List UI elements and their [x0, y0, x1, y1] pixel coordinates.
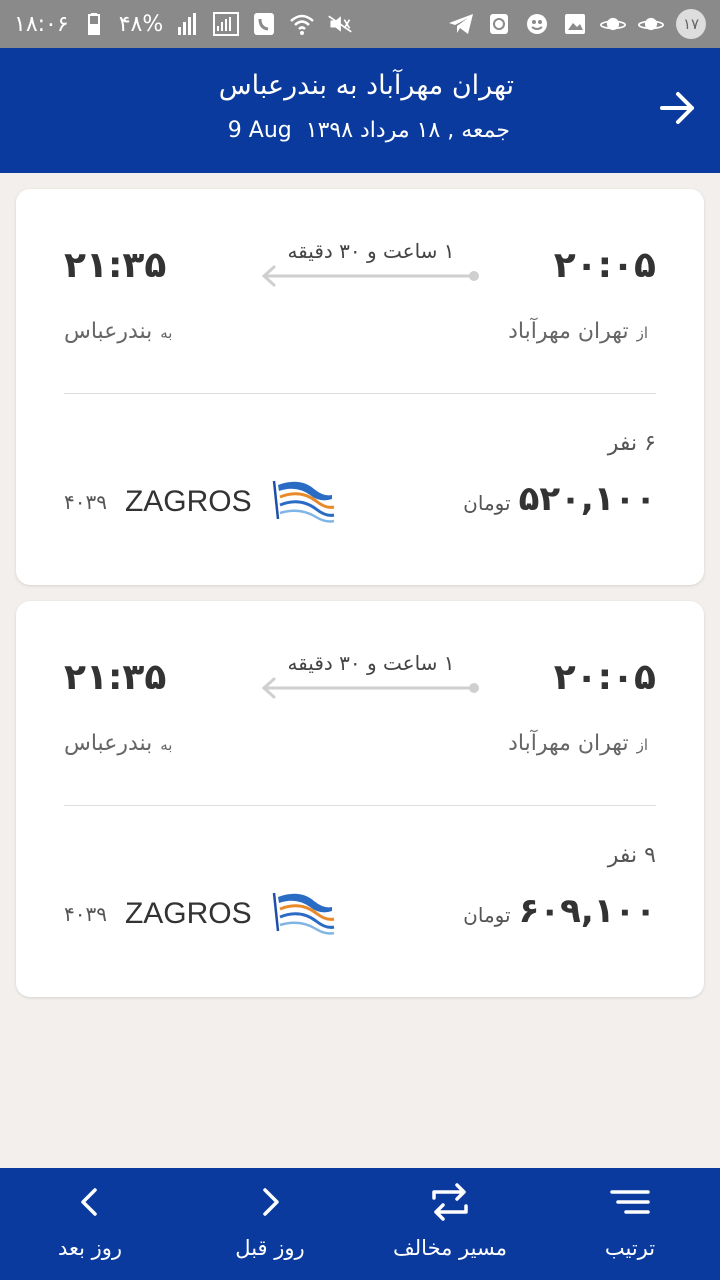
reverse-route-label: مسیر مخالف — [393, 1236, 507, 1260]
route-arrow-icon — [261, 265, 479, 287]
origin: از تهران مهرآباد — [508, 319, 648, 344]
call-icon — [251, 12, 277, 36]
origin-city: تهران مهرآباد — [508, 319, 629, 344]
price: ۵۲۰,۱۰۰ تومان — [463, 479, 656, 519]
destination: به بندرعباس — [64, 319, 172, 344]
telegram-icon — [448, 12, 474, 36]
clock: ۱۸:۰۶ — [14, 11, 69, 37]
gallery-icon — [562, 12, 588, 36]
price-value: ۶۰۹,۱۰۰ — [518, 891, 656, 931]
card-divider — [64, 805, 656, 806]
destination-prefix: به — [160, 736, 173, 754]
planet-icon — [600, 12, 626, 36]
sort-label: ترتیب — [604, 1236, 656, 1260]
departure-time: ۲۰:۰۵ — [553, 657, 656, 698]
price-currency: تومان — [463, 903, 511, 927]
origin-prefix: از — [636, 324, 648, 342]
airline-info: ۴۰۳۹ ZAGROS — [64, 479, 336, 525]
reverse-route-button[interactable]: مسیر مخالف — [365, 1168, 535, 1280]
origin-city: تهران مهرآباد — [508, 731, 629, 756]
chevron-left-icon — [81, 1188, 97, 1216]
bottom-nav: ترتیب مسیر مخالف روز قبل روز بعد — [0, 1168, 720, 1280]
destination-city: بندرعباس — [64, 319, 153, 344]
signal-icon — [175, 12, 201, 36]
app-header: تهران مهرآباد به بندرعباس 9 Aug جمعه , ۱… — [0, 48, 720, 173]
wifi-icon — [289, 12, 315, 36]
route-date: 9 Aug جمعه , ۱۸ مرداد ۱۳۹۸ — [228, 118, 510, 143]
app-icon — [524, 12, 550, 36]
previous-day-label: روز قبل — [235, 1236, 305, 1260]
previous-day-button[interactable]: روز قبل — [185, 1168, 355, 1280]
flight-number: ۴۰۳۹ — [64, 902, 107, 926]
swap-icon — [432, 1183, 468, 1221]
price-currency: تومان — [463, 491, 511, 515]
sort-icon — [610, 1190, 650, 1214]
origin-prefix: از — [636, 736, 648, 754]
notification-count-badge: ۱۷ — [676, 9, 706, 39]
date-en: 9 Aug — [227, 118, 292, 143]
battery-icon — [81, 12, 107, 36]
planet-icon-2 — [638, 12, 664, 36]
arrival-time: ۲۱:۳۵ — [64, 245, 167, 286]
flight-duration: ۱ ساعت و ۳۰ دقیقه — [287, 239, 455, 263]
route-arrow-icon — [261, 677, 479, 699]
price: ۶۰۹,۱۰۰ تومان — [463, 891, 656, 931]
flight-number: ۴۰۳۹ — [64, 490, 107, 514]
destination: به بندرعباس — [64, 731, 172, 756]
destination-city: بندرعباس — [64, 731, 153, 756]
route-title: تهران مهرآباد به بندرعباس — [218, 70, 514, 101]
date-fa: جمعه , ۱۸ مرداد ۱۳۹۸ — [305, 118, 510, 143]
back-arrow-button[interactable] — [658, 88, 698, 128]
status-bar-right: ۱۷ — [448, 9, 706, 39]
data-signal-icon — [213, 12, 240, 36]
zagros-logo-icon — [272, 892, 335, 935]
seats-available: ۶ نفر — [607, 431, 656, 456]
card-divider — [64, 393, 656, 394]
flight-duration: ۱ ساعت و ۳۰ دقیقه — [287, 651, 455, 675]
battery-percent: ۴۸% — [118, 11, 164, 37]
arrow-right-icon — [660, 92, 694, 124]
airline-name: ZAGROS — [124, 485, 252, 518]
arrival-time: ۲۱:۳۵ — [64, 657, 167, 698]
chevron-right-icon — [263, 1188, 279, 1216]
airline-info: ۴۰۳۹ ZAGROS — [64, 891, 336, 937]
recycle-app-icon — [486, 12, 512, 36]
price-value: ۵۲۰,۱۰۰ — [518, 479, 656, 519]
flight-card[interactable]: ۲۰:۰۵ ۱ ساعت و ۳۰ دقیقه ۲۱:۳۵ از تهران م… — [16, 189, 704, 585]
status-bar-left: ۱۸:۰۶ ۴۸% — [14, 12, 353, 37]
mute-icon — [327, 12, 353, 36]
status-bar: ۱۸:۰۶ ۴۸% ۱۷ — [0, 0, 720, 48]
sort-button[interactable]: ترتیب — [545, 1168, 715, 1280]
destination-prefix: به — [160, 324, 173, 342]
departure-time: ۲۰:۰۵ — [553, 245, 656, 286]
airline-name: ZAGROS — [124, 897, 252, 930]
seats-available: ۹ نفر — [607, 843, 656, 868]
origin: از تهران مهرآباد — [508, 731, 648, 756]
next-day-label: روز بعد — [57, 1236, 123, 1260]
zagros-logo-icon — [272, 480, 335, 523]
flight-card[interactable]: ۲۰:۰۵ ۱ ساعت و ۳۰ دقیقه ۲۱:۳۵ از تهران م… — [16, 601, 704, 997]
next-day-button[interactable]: روز بعد — [5, 1168, 175, 1280]
